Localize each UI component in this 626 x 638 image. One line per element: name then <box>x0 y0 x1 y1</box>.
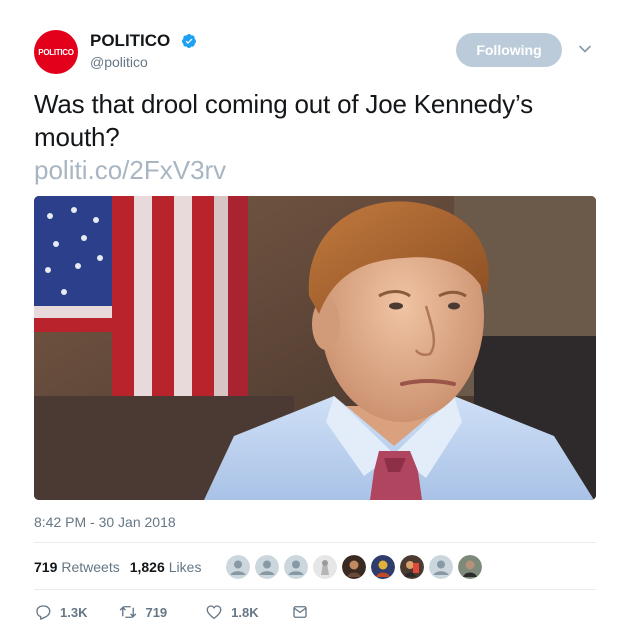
media-image <box>34 196 596 500</box>
retweets-stat-link[interactable]: 719 Retweets <box>34 559 130 575</box>
following-button[interactable]: Following <box>456 33 562 67</box>
likes-count: 1,826 <box>129 559 165 575</box>
direct-message-button[interactable] <box>291 603 317 621</box>
retweet-button[interactable]: 719 <box>119 603 167 621</box>
author-logo-text: POLITICO <box>38 47 74 57</box>
retweet-count: 719 <box>145 604 168 620</box>
heart-icon <box>206 605 222 620</box>
default-avatar-icon[interactable] <box>255 555 279 579</box>
reply-count: 1.3K <box>60 604 88 620</box>
user-photo-avatar[interactable] <box>400 555 424 579</box>
user-photo-avatar[interactable] <box>313 555 337 579</box>
tweet-stats: 719 Retweets 1,826 Likes <box>34 556 211 578</box>
user-photo-avatar[interactable] <box>342 555 366 579</box>
tweet-actions: 1.3K 719 1.8K <box>34 603 317 621</box>
retweets-label: Retweets <box>61 559 120 575</box>
verified-badge-icon <box>181 34 196 48</box>
author-handle[interactable]: @politico <box>90 54 148 70</box>
envelope-icon <box>292 606 307 618</box>
default-avatar-icon[interactable] <box>284 555 308 579</box>
author-avatar[interactable]: POLITICO <box>34 30 78 74</box>
author-display-name[interactable]: POLITICO <box>90 31 170 51</box>
chevron-down-icon[interactable] <box>578 42 592 56</box>
divider <box>34 589 596 590</box>
tweet-timestamp[interactable]: 8:42 PM - 30 Jan 2018 <box>34 514 176 530</box>
tweet-text: Was that drool coming out of Joe Kennedy… <box>34 89 533 152</box>
user-photo-avatar[interactable] <box>458 555 482 579</box>
retweets-count: 719 <box>34 559 58 575</box>
divider <box>34 542 596 543</box>
likes-label: Likes <box>168 559 202 575</box>
likes-stat-link[interactable]: 1,826 Likes <box>130 559 212 575</box>
like-button[interactable]: 1.8K <box>205 603 259 621</box>
reply-icon <box>36 605 51 620</box>
retweet-icon <box>120 606 137 618</box>
tweet-media-video[interactable] <box>34 196 596 500</box>
reply-button[interactable]: 1.3K <box>34 603 87 621</box>
like-count: 1.8K <box>231 604 259 620</box>
default-avatar-icon[interactable] <box>429 555 453 579</box>
user-photo-avatar[interactable] <box>371 555 395 579</box>
tweet-link[interactable]: politi.co/2FxV3rv <box>34 154 226 187</box>
tweet-card: POLITICO POLITICO @politico Following Wa… <box>0 0 626 638</box>
likers-avatars <box>226 555 487 579</box>
default-avatar-icon[interactable] <box>226 555 250 579</box>
